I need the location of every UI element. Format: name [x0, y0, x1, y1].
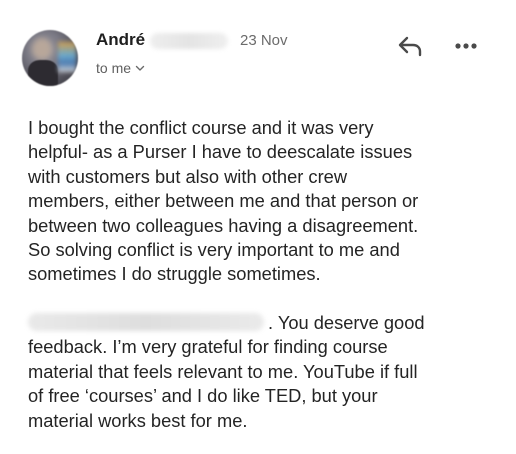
message-line: feedback. I’m very grateful for finding …: [28, 336, 388, 358]
recipient-label: to me: [96, 60, 132, 76]
avatar-face-blur: [32, 38, 52, 60]
message-line: material works best for me.: [28, 409, 248, 431]
avatar-background-blur: [58, 42, 76, 72]
message-line: material that feels relevant to me. YouT…: [28, 360, 418, 382]
message-paragraph-1: I bought the conflict course and it was …: [28, 116, 498, 287]
message-line: So solving conflict is very important to…: [28, 239, 400, 261]
message-line: I bought the conflict course and it was …: [28, 117, 374, 138]
recipient-toggle[interactable]: to me: [96, 60, 145, 76]
message-line: . You deserve good: [28, 311, 498, 335]
more-options-icon[interactable]: [452, 36, 480, 56]
redacted-surname: [150, 33, 228, 49]
message-paragraph-2: . You deserve good feedback. I’m very gr…: [28, 311, 498, 433]
message-line: helpful- as a Purser I have to deescalat…: [28, 141, 413, 163]
message-line: sometimes I do struggle sometimes.: [28, 263, 321, 285]
message-line: of free ‘courses’ and I do like TED, but…: [28, 385, 378, 407]
message-line: with customers but also with other crew: [28, 165, 348, 187]
chevron-down-icon: [135, 65, 145, 71]
message-line: members, either between me and that pers…: [28, 190, 419, 212]
reply-icon[interactable]: [396, 34, 424, 58]
email-date: 23 Nov: [240, 32, 288, 49]
avatar-body-blur: [28, 60, 58, 86]
redacted-phrase: [28, 313, 264, 331]
sender-name[interactable]: André: [96, 30, 145, 50]
email-header: André 23 Nov to me: [0, 0, 516, 100]
message-line: between two colleagues having a disagree…: [28, 214, 419, 236]
message-line-tail: . You deserve good: [268, 312, 425, 333]
sender-avatar[interactable]: [22, 30, 78, 86]
